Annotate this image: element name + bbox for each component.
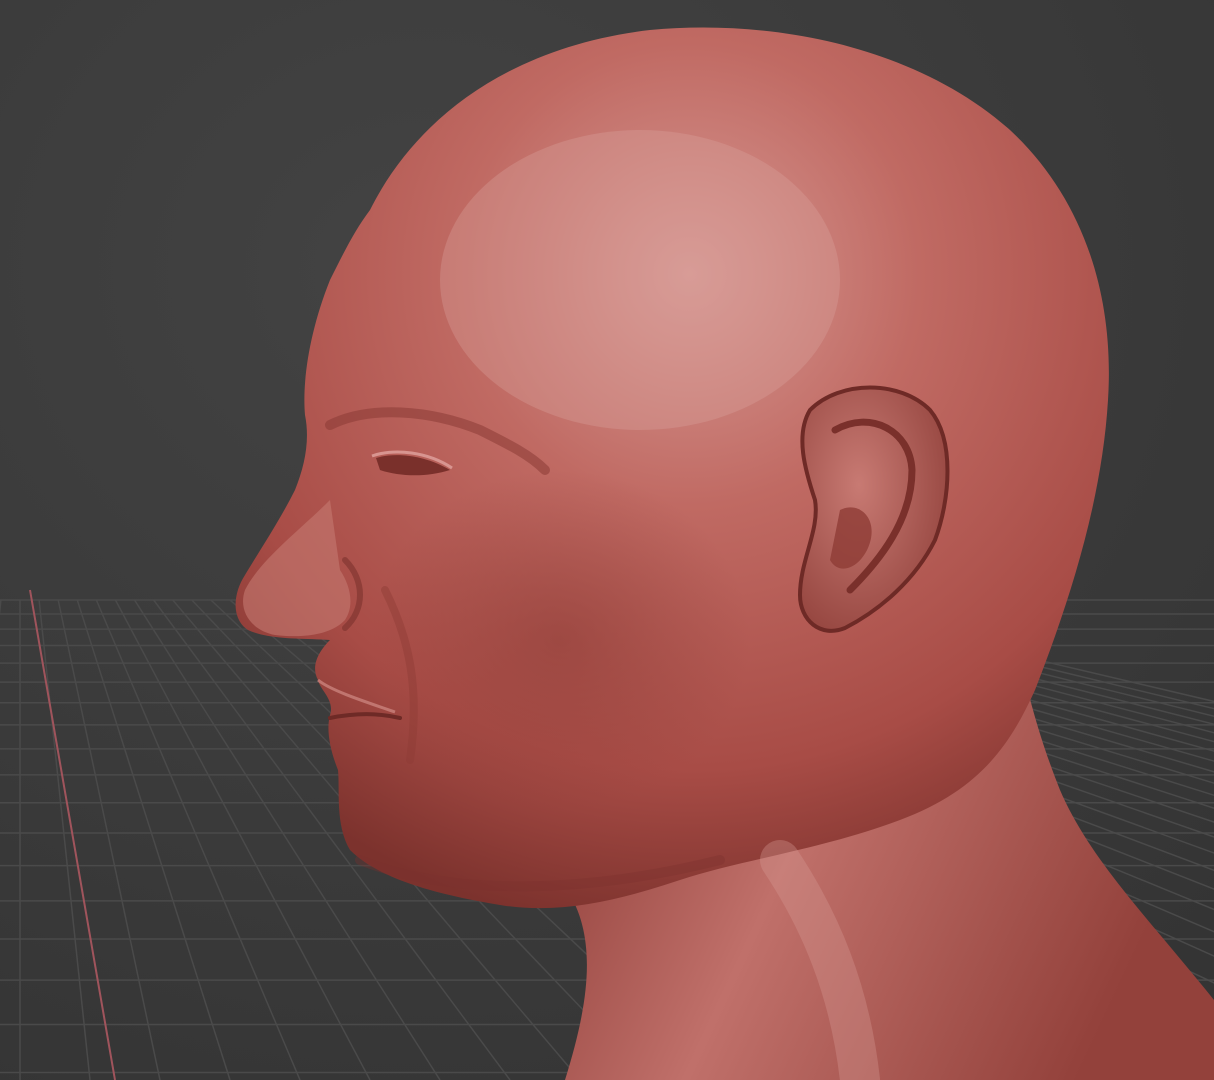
viewport-canvas[interactable] bbox=[0, 0, 1214, 1080]
temple-highlight bbox=[440, 130, 840, 430]
cheek-shadow bbox=[370, 470, 750, 810]
3d-viewport[interactable] bbox=[0, 0, 1214, 1080]
